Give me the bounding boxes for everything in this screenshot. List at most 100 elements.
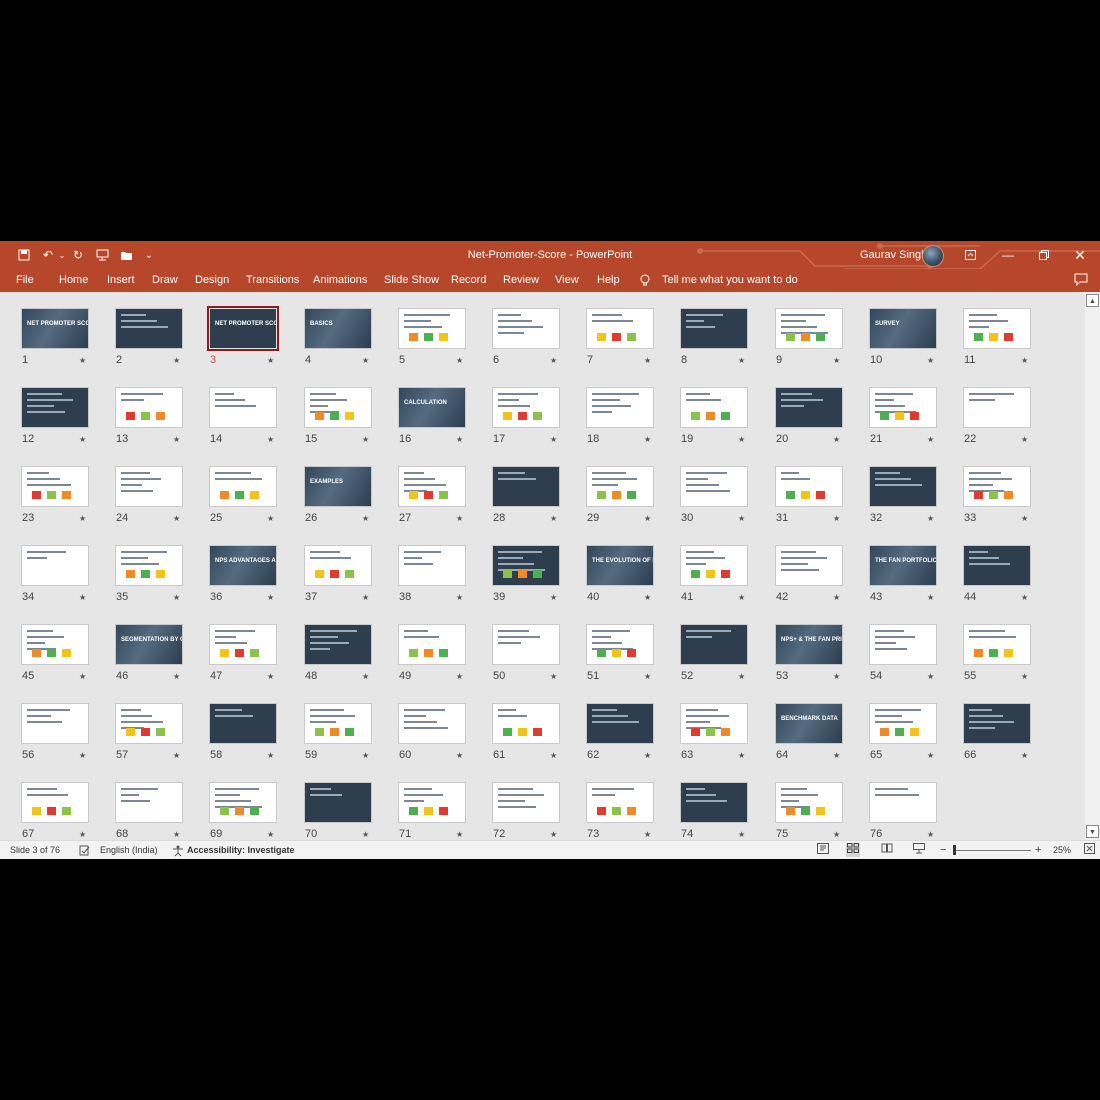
star-icon[interactable]: ★ bbox=[738, 751, 745, 760]
star-icon[interactable]: ★ bbox=[456, 514, 463, 523]
star-icon[interactable]: ★ bbox=[267, 435, 274, 444]
slide-thumbnail[interactable] bbox=[115, 308, 183, 349]
star-icon[interactable]: ★ bbox=[927, 435, 934, 444]
slide-thumbnail[interactable] bbox=[115, 545, 183, 586]
star-icon[interactable]: ★ bbox=[927, 356, 934, 365]
star-icon[interactable]: ★ bbox=[644, 751, 651, 760]
star-icon[interactable]: ★ bbox=[267, 672, 274, 681]
star-icon[interactable]: ★ bbox=[550, 751, 557, 760]
star-icon[interactable]: ★ bbox=[644, 435, 651, 444]
slide-thumbnail[interactable] bbox=[398, 466, 466, 507]
star-icon[interactable]: ★ bbox=[833, 593, 840, 602]
slide-thumbnail[interactable] bbox=[209, 782, 277, 823]
star-icon[interactable]: ★ bbox=[550, 672, 557, 681]
slide-thumbnail[interactable]: EXAMPLES bbox=[304, 466, 372, 507]
slide-thumbnail[interactable] bbox=[963, 545, 1031, 586]
star-icon[interactable]: ★ bbox=[550, 514, 557, 523]
slide-thumbnail[interactable]: NPS+ & THE FAN PRINCIPLE bbox=[775, 624, 843, 665]
slide-thumbnail[interactable] bbox=[21, 387, 89, 428]
notes-icon[interactable] bbox=[816, 843, 830, 857]
slide-thumbnail[interactable] bbox=[775, 545, 843, 586]
star-icon[interactable]: ★ bbox=[362, 435, 369, 444]
vertical-scrollbar[interactable]: ▲ ▼ bbox=[1085, 292, 1100, 840]
star-icon[interactable]: ★ bbox=[79, 830, 86, 839]
star-icon[interactable]: ★ bbox=[1021, 435, 1028, 444]
slide-thumbnail[interactable] bbox=[963, 703, 1031, 744]
scroll-up-icon[interactable]: ▲ bbox=[1086, 294, 1099, 307]
tab-insert[interactable]: Insert bbox=[107, 269, 135, 292]
star-icon[interactable]: ★ bbox=[550, 356, 557, 365]
slide-thumbnail[interactable] bbox=[775, 782, 843, 823]
tab-view[interactable]: View bbox=[555, 269, 579, 292]
tab-transitions[interactable]: Transitions bbox=[246, 269, 299, 292]
language-indicator[interactable]: English (India) bbox=[100, 841, 158, 859]
star-icon[interactable]: ★ bbox=[833, 356, 840, 365]
star-icon[interactable]: ★ bbox=[833, 672, 840, 681]
star-icon[interactable]: ★ bbox=[738, 514, 745, 523]
star-icon[interactable]: ★ bbox=[1021, 672, 1028, 681]
star-icon[interactable]: ★ bbox=[456, 593, 463, 602]
star-icon[interactable]: ★ bbox=[550, 435, 557, 444]
zoom-slider-thumb[interactable] bbox=[953, 845, 956, 855]
slide-show-view-icon[interactable] bbox=[912, 843, 926, 857]
tab-design[interactable]: Design bbox=[195, 269, 229, 292]
slide-thumbnail[interactable] bbox=[209, 387, 277, 428]
star-icon[interactable]: ★ bbox=[927, 830, 934, 839]
star-icon[interactable]: ★ bbox=[362, 593, 369, 602]
slide-thumbnail[interactable] bbox=[963, 308, 1031, 349]
star-icon[interactable]: ★ bbox=[173, 514, 180, 523]
slide-thumbnail[interactable] bbox=[398, 703, 466, 744]
star-icon[interactable]: ★ bbox=[738, 672, 745, 681]
slide-thumbnail[interactable] bbox=[963, 466, 1031, 507]
star-icon[interactable]: ★ bbox=[1021, 514, 1028, 523]
star-icon[interactable]: ★ bbox=[456, 435, 463, 444]
star-icon[interactable]: ★ bbox=[456, 672, 463, 681]
slide-thumbnail[interactable] bbox=[115, 782, 183, 823]
slide-thumbnail[interactable] bbox=[680, 387, 748, 428]
star-icon[interactable]: ★ bbox=[738, 830, 745, 839]
slide-sorter-view-icon[interactable] bbox=[846, 843, 860, 857]
slide-thumbnail[interactable] bbox=[869, 387, 937, 428]
star-icon[interactable]: ★ bbox=[833, 514, 840, 523]
star-icon[interactable]: ★ bbox=[173, 830, 180, 839]
star-icon[interactable]: ★ bbox=[644, 356, 651, 365]
slide-thumbnail[interactable] bbox=[398, 782, 466, 823]
slide-thumbnail[interactable] bbox=[21, 703, 89, 744]
slide-thumbnail[interactable] bbox=[304, 387, 372, 428]
tab-slide-show[interactable]: Slide Show bbox=[384, 269, 439, 292]
accessibility-status[interactable]: Accessibility: Investigate bbox=[187, 841, 295, 859]
slide-thumbnail[interactable] bbox=[586, 308, 654, 349]
slide-thumbnail[interactable]: SEGMENTATION BY CUSTOMER VALUE bbox=[115, 624, 183, 665]
star-icon[interactable]: ★ bbox=[550, 830, 557, 839]
slide-thumbnail[interactable] bbox=[304, 782, 372, 823]
tab-review[interactable]: Review bbox=[503, 269, 539, 292]
star-icon[interactable]: ★ bbox=[267, 593, 274, 602]
star-icon[interactable]: ★ bbox=[550, 593, 557, 602]
close-icon[interactable]: ✕ bbox=[1062, 241, 1098, 269]
tab-file[interactable]: File bbox=[16, 269, 34, 292]
tab-draw[interactable]: Draw bbox=[152, 269, 178, 292]
star-icon[interactable]: ★ bbox=[456, 830, 463, 839]
star-icon[interactable]: ★ bbox=[738, 356, 745, 365]
star-icon[interactable]: ★ bbox=[79, 514, 86, 523]
slide-thumbnail[interactable] bbox=[21, 466, 89, 507]
star-icon[interactable]: ★ bbox=[362, 514, 369, 523]
star-icon[interactable]: ★ bbox=[833, 751, 840, 760]
slide-thumbnail[interactable] bbox=[115, 387, 183, 428]
slide-thumbnail[interactable] bbox=[586, 624, 654, 665]
slide-thumbnail[interactable] bbox=[869, 466, 937, 507]
star-icon[interactable]: ★ bbox=[644, 514, 651, 523]
star-icon[interactable]: ★ bbox=[79, 672, 86, 681]
slide-thumbnail[interactable]: BENCHMARK DATA bbox=[775, 703, 843, 744]
star-icon[interactable]: ★ bbox=[173, 356, 180, 365]
slide-thumbnail[interactable] bbox=[209, 466, 277, 507]
star-icon[interactable]: ★ bbox=[927, 751, 934, 760]
slide-thumbnail[interactable] bbox=[586, 466, 654, 507]
slide-thumbnail[interactable]: SURVEY bbox=[869, 308, 937, 349]
star-icon[interactable]: ★ bbox=[267, 356, 274, 365]
star-icon[interactable]: ★ bbox=[927, 593, 934, 602]
zoom-slider[interactable] bbox=[955, 850, 1031, 851]
slide-thumbnail[interactable] bbox=[963, 624, 1031, 665]
star-icon[interactable]: ★ bbox=[1021, 751, 1028, 760]
slide-thumbnail[interactable] bbox=[775, 308, 843, 349]
